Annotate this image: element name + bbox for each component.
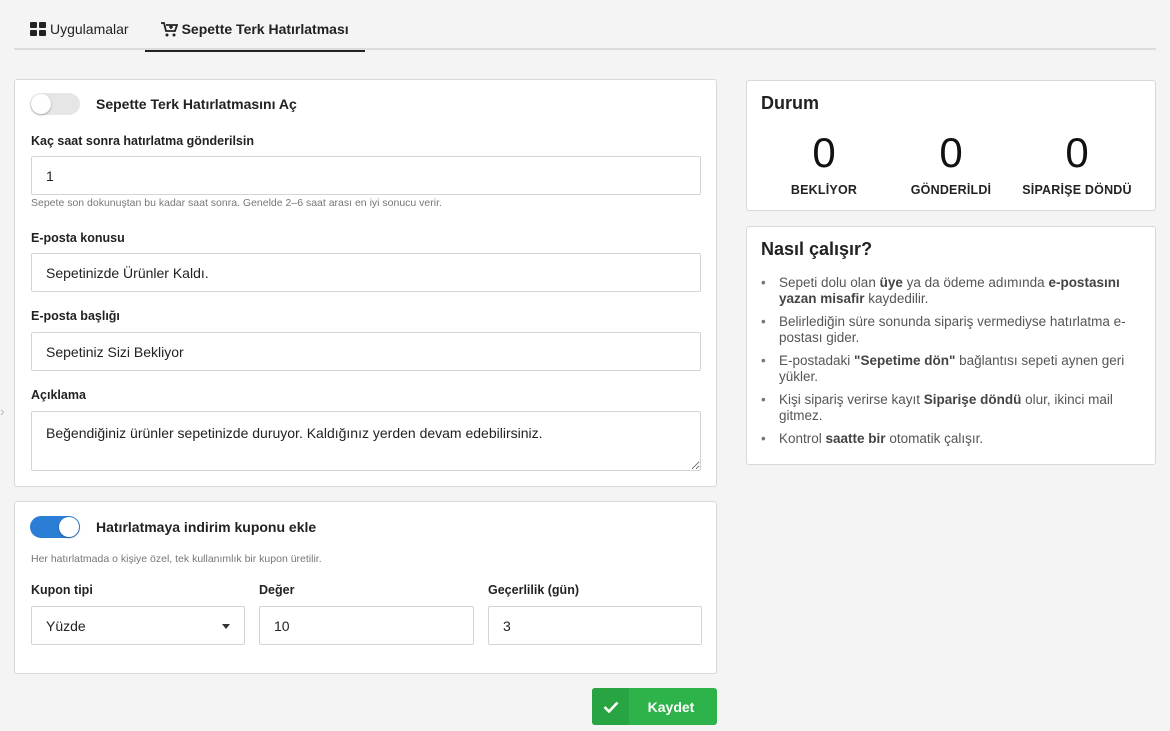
subject-label: E-posta konusu xyxy=(31,231,125,245)
grid-icon xyxy=(30,22,46,36)
description-label: Açıklama xyxy=(31,388,86,402)
stat-value: 0 xyxy=(812,129,836,176)
stat-sent: 0 GÖNDERİLDİ xyxy=(888,129,1014,198)
how-list: Sepeti dolu olan üye ya da ödeme adımınd… xyxy=(761,275,1131,454)
tab-label: Sepette Terk Hatırlatması xyxy=(181,21,349,37)
save-button-label: Kaydet xyxy=(647,698,695,715)
check-icon xyxy=(592,688,629,725)
coupon-card: Hatırlatmaya indirim kuponu ekle Her hat… xyxy=(14,501,717,674)
stat-converted: 0 SİPARİŞE DÖNDÜ xyxy=(1014,129,1140,198)
stat-waiting: 0 BEKLİYOR xyxy=(761,129,887,198)
status-title: Durum xyxy=(761,93,819,113)
heading-input[interactable]: Sepetiniz Sizi Bekliyor xyxy=(31,332,701,371)
coupon-toggle-label: Hatırlatmaya indirim kuponu ekle xyxy=(96,519,317,535)
list-item: Belirlediğin süre sonunda sipariş vermed… xyxy=(761,314,1131,346)
list-item: Sepeti dolu olan üye ya da ödeme adımınd… xyxy=(761,275,1131,307)
coupon-type-value: Yüzde xyxy=(46,617,86,634)
stat-label: SİPARİŞE DÖNDÜ xyxy=(1022,183,1132,197)
reminder-toggle-label: Sepette Terk Hatırlatmasını Aç xyxy=(96,96,297,112)
tab-uygulamalar[interactable]: Uygulamalar xyxy=(14,8,145,50)
coupon-value-label: Değer xyxy=(259,583,295,597)
stat-label: BEKLİYOR xyxy=(790,183,858,197)
coupon-type-select[interactable]: Yüzde xyxy=(31,606,245,645)
coupon-validity-label: Geçerlilik (gün) xyxy=(488,583,579,597)
description-textarea[interactable]: Beğendiğiniz ürünler sepetinizde duruyor… xyxy=(31,411,701,471)
coupon-validity-input[interactable]: 3 xyxy=(488,606,702,645)
coupon-help-text: Her hatırlatmada o kişiye özel, tek kull… xyxy=(31,553,322,565)
how-title: Nasıl çalışır? xyxy=(761,239,873,259)
stat-value: 0 xyxy=(939,129,963,176)
chevron-right-icon: › xyxy=(0,403,5,419)
reminder-enable-toggle[interactable] xyxy=(30,93,80,115)
list-item: Kişi sipariş verirse kayıt Siparişe dönd… xyxy=(761,392,1131,424)
how-it-works-card: Nasıl çalışır? Sepeti dolu olan üye ya d… xyxy=(746,226,1156,465)
heading-label: E-posta başlığı xyxy=(31,309,120,323)
status-card: Durum 0 BEKLİYOR 0 GÖNDERİLDİ 0 SİPARİŞE… xyxy=(746,80,1156,211)
list-item: E-postadaki "Sepetime dön" bağlantısı se… xyxy=(761,353,1131,385)
tab-sepette-terk[interactable]: Sepette Terk Hatırlatması xyxy=(144,8,365,52)
tab-label: Uygulamalar xyxy=(50,21,129,37)
stat-value: 0 xyxy=(1065,129,1089,176)
coupon-type-label: Kupon tipi xyxy=(31,583,93,597)
toggle-knob xyxy=(59,517,79,537)
reminder-settings-card: Sepette Terk Hatırlatmasını Aç Kaç saat … xyxy=(14,79,717,487)
list-item: Kontrol saatte bir otomatik çalışır. xyxy=(761,431,1131,447)
subject-input[interactable]: Sepetinizde Ürünler Kaldı. xyxy=(31,253,701,292)
hours-label: Kaç saat sonra hatırlatma gönderilsin xyxy=(31,134,254,148)
tab-bar: Uygulamalar Sepette Terk Hatırlatması xyxy=(14,8,1156,52)
coupon-value-input[interactable]: 10 xyxy=(259,606,474,645)
caret-down-icon xyxy=(222,624,230,629)
save-button[interactable]: Kaydet xyxy=(592,688,717,725)
toggle-knob xyxy=(31,94,51,114)
cart-plus-icon xyxy=(160,21,178,37)
stat-label: GÖNDERİLDİ xyxy=(910,183,992,197)
hours-input[interactable]: 1 xyxy=(31,156,701,195)
hours-help-text: Sepete son dokunuştan bu kadar saat sonr… xyxy=(31,197,442,209)
coupon-enable-toggle[interactable] xyxy=(30,516,80,538)
